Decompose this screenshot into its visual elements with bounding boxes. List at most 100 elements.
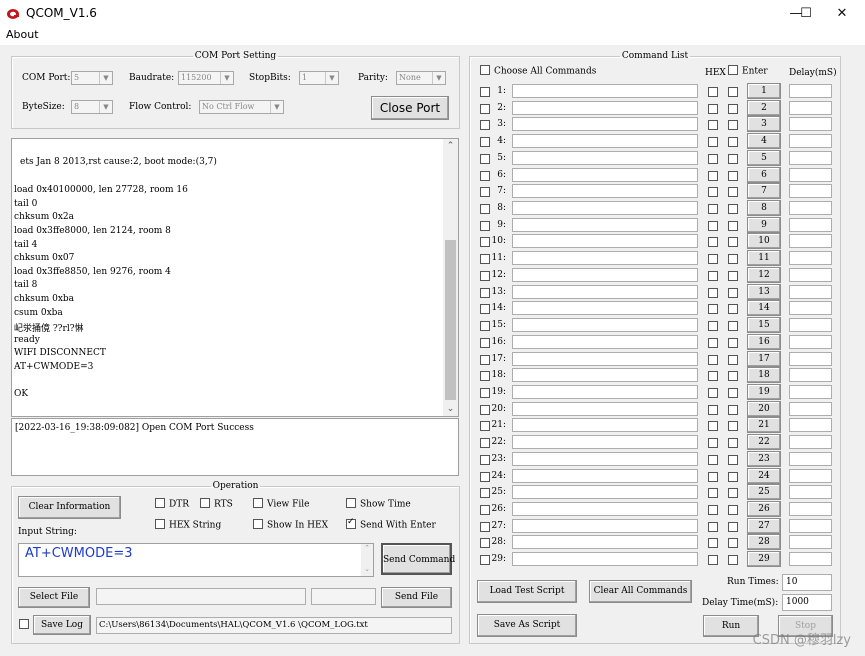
- checkbox-box[interactable]: [155, 498, 165, 508]
- command-enter-checkbox[interactable]: [728, 505, 738, 515]
- command-input[interactable]: [512, 485, 698, 500]
- command-send-button[interactable]: 23: [747, 450, 781, 467]
- command-input[interactable]: [512, 435, 698, 450]
- parity-select[interactable]: None ▼: [396, 71, 446, 85]
- command-hex-checkbox[interactable]: [708, 488, 718, 499]
- command-hex-checkbox[interactable]: [708, 103, 718, 114]
- command-hex-checkbox[interactable]: [708, 87, 718, 97]
- save-log-button[interactable]: Save Log: [33, 615, 91, 635]
- command-send-button[interactable]: 15: [747, 317, 781, 334]
- command-enter-checkbox[interactable]: [728, 153, 738, 164]
- command-input[interactable]: [512, 368, 698, 383]
- command-enter-checkbox[interactable]: [728, 521, 738, 532]
- command-input[interactable]: [512, 150, 698, 165]
- command-input[interactable]: [512, 418, 698, 433]
- checkbox-box[interactable]: [253, 498, 263, 508]
- command-input[interactable]: [512, 502, 698, 516]
- command-send-button[interactable]: 12: [747, 266, 781, 283]
- command-send-button[interactable]: 5: [747, 149, 781, 166]
- command-enter-checkbox[interactable]: [728, 555, 738, 566]
- command-hex-checkbox[interactable]: [708, 404, 718, 415]
- command-send-button[interactable]: 13: [747, 283, 781, 300]
- command-delay-input[interactable]: [789, 284, 832, 299]
- command-delay-input[interactable]: [789, 351, 832, 366]
- command-delay-input[interactable]: [789, 267, 832, 282]
- command-send-button[interactable]: 2: [747, 99, 781, 116]
- command-delay-input[interactable]: [789, 217, 832, 232]
- command-enter-checkbox[interactable]: [728, 137, 738, 148]
- command-send-button[interactable]: 21: [747, 417, 781, 434]
- command-delay-input[interactable]: [789, 435, 832, 450]
- scroll-down-icon[interactable]: ⌄: [361, 565, 373, 573]
- command-hex-checkbox[interactable]: [708, 321, 718, 332]
- choose-all-commands-checkbox[interactable]: Choose All Commands: [480, 65, 596, 77]
- hex-string-checkbox[interactable]: HEX String: [155, 519, 221, 531]
- file-path-field[interactable]: [96, 588, 306, 605]
- command-hex-checkbox[interactable]: [708, 387, 718, 398]
- command-enter-checkbox[interactable]: [728, 337, 738, 348]
- command-enter-checkbox[interactable]: [728, 454, 738, 465]
- command-hex-checkbox[interactable]: [708, 170, 718, 181]
- command-delay-input[interactable]: [789, 318, 832, 333]
- dtr-checkbox[interactable]: DTR: [155, 498, 189, 510]
- command-send-button[interactable]: 20: [747, 400, 781, 417]
- command-hex-checkbox[interactable]: [708, 220, 718, 231]
- command-delay-input[interactable]: [789, 384, 832, 399]
- bytesize-select[interactable]: 8 ▼: [71, 100, 113, 114]
- command-send-button[interactable]: 18: [747, 367, 781, 384]
- send-command-button[interactable]: Send Command: [381, 543, 455, 575]
- command-input[interactable]: [512, 100, 698, 115]
- command-send-button[interactable]: 9: [747, 216, 781, 233]
- command-enter-checkbox[interactable]: [728, 204, 738, 215]
- command-input[interactable]: [512, 184, 698, 199]
- command-delay-input[interactable]: [789, 502, 832, 516]
- command-input[interactable]: [512, 468, 698, 483]
- command-hex-checkbox[interactable]: [708, 371, 718, 382]
- command-input[interactable]: [512, 334, 698, 349]
- command-enter-checkbox[interactable]: [728, 170, 738, 181]
- command-delay-input[interactable]: [789, 368, 832, 383]
- command-input[interactable]: [512, 251, 698, 266]
- command-input[interactable]: [512, 451, 698, 466]
- enter-all-checkbox[interactable]: Enter: [728, 65, 768, 77]
- command-delay-input[interactable]: [789, 150, 832, 165]
- command-send-button[interactable]: 14: [747, 300, 781, 317]
- command-input[interactable]: [512, 217, 698, 232]
- show-time-checkbox[interactable]: Show Time: [346, 498, 411, 510]
- scroll-up-icon[interactable]: ⌃: [361, 544, 373, 552]
- command-input[interactable]: [512, 552, 698, 567]
- command-enter-checkbox[interactable]: [728, 438, 738, 449]
- command-hex-checkbox[interactable]: [708, 538, 718, 549]
- command-input[interactable]: [512, 318, 698, 333]
- command-delay-input[interactable]: [789, 552, 832, 567]
- command-delay-input[interactable]: [789, 184, 832, 199]
- command-delay-input[interactable]: [789, 535, 832, 550]
- command-enter-checkbox[interactable]: [728, 488, 738, 499]
- flow-control-select[interactable]: No Ctrl Flow ▼: [199, 100, 284, 114]
- command-input[interactable]: [512, 84, 698, 98]
- command-input[interactable]: [512, 518, 698, 533]
- command-send-button[interactable]: 16: [747, 333, 781, 350]
- command-delay-input[interactable]: [789, 418, 832, 433]
- command-hex-checkbox[interactable]: [708, 270, 718, 281]
- save-log-checkbox[interactable]: [19, 619, 29, 629]
- close-window-button[interactable]: ✕: [819, 0, 865, 28]
- command-enter-checkbox[interactable]: [728, 538, 738, 549]
- command-hex-checkbox[interactable]: [708, 204, 718, 215]
- command-hex-checkbox[interactable]: [708, 505, 718, 515]
- send-file-button[interactable]: Send File: [381, 587, 452, 608]
- command-input[interactable]: [512, 117, 698, 132]
- command-delay-input[interactable]: [789, 201, 832, 216]
- scroll-up-icon[interactable]: ⌃: [443, 139, 458, 153]
- command-hex-checkbox[interactable]: [708, 254, 718, 265]
- clear-information-button[interactable]: Clear Information: [18, 496, 121, 519]
- load-test-script-button[interactable]: Load Test Script: [477, 580, 577, 603]
- command-delay-input[interactable]: [789, 234, 832, 249]
- command-enter-checkbox[interactable]: [728, 371, 738, 382]
- menu-about[interactable]: About: [6, 28, 39, 41]
- command-enter-checkbox[interactable]: [728, 404, 738, 415]
- input-string-field[interactable]: AT+CWMODE=3 ⌃ ⌄: [18, 543, 374, 577]
- command-delay-input[interactable]: [789, 251, 832, 266]
- command-enter-checkbox[interactable]: [728, 421, 738, 432]
- command-delay-input[interactable]: [789, 334, 832, 349]
